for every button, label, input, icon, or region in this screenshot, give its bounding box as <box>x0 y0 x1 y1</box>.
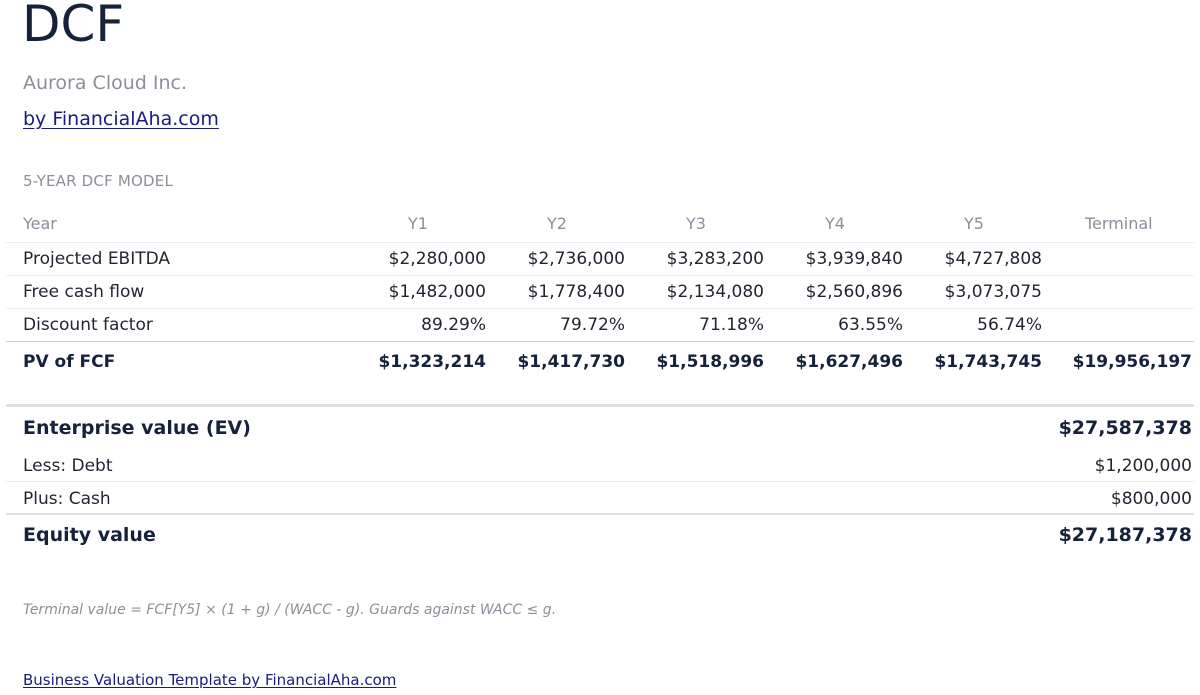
row-projected-ebitda: Projected EBITDA $2,280,000 $2,736,000 $… <box>6 243 1194 276</box>
dcf-projection-table: Year Y1 Y2 Y3 Y4 Y5 Terminal Projected E… <box>6 205 1194 384</box>
row-equity-value: Equity value $27,187,378 <box>6 515 1194 557</box>
cell-y4: $1,627,496 <box>795 352 903 372</box>
cell-y5: $4,727,808 <box>944 249 1042 269</box>
cell-terminal: $19,956,197 <box>1072 352 1192 372</box>
equity-value: $27,187,378 <box>1058 524 1192 546</box>
cell-y3: $3,283,200 <box>666 249 764 269</box>
row-label: Less: Debt <box>23 456 113 476</box>
row-label: PV of FCF <box>23 352 116 372</box>
cell-y1: $1,323,214 <box>378 352 486 372</box>
row-label: Projected EBITDA <box>23 249 171 269</box>
section-label: 5-YEAR DCF MODEL <box>23 172 174 190</box>
column-header-y1: Y1 <box>408 214 428 233</box>
cell-y3: $1,518,996 <box>656 352 764 372</box>
cell-y2: $1,417,730 <box>517 352 625 372</box>
terminal-value-note: Terminal value = FCF[Y5] × (1 + g) / (WA… <box>23 602 557 618</box>
row-pv-of-fcf: PV of FCF $1,323,214 $1,417,730 $1,518,9… <box>6 342 1194 384</box>
cell-y3: 71.18% <box>699 315 764 335</box>
enterprise-value: $27,587,378 <box>1058 417 1192 439</box>
cell-y3: $2,134,080 <box>666 282 764 302</box>
cell-y2: 79.72% <box>560 315 625 335</box>
cell-y4: $3,939,840 <box>805 249 903 269</box>
cell-y5: 56.74% <box>977 315 1042 335</box>
dcf-page: DCF Aurora Cloud Inc. by FinancialAha.co… <box>0 0 1200 695</box>
cell-y4: $2,560,896 <box>805 282 903 302</box>
cell-y5: $1,743,745 <box>934 352 1042 372</box>
page-title: DCF <box>22 0 125 53</box>
row-label: Plus: Cash <box>23 489 111 509</box>
row-plus-cash: Plus: Cash $800,000 <box>6 482 1194 515</box>
cell-y5: $3,073,075 <box>944 282 1042 302</box>
cell-y1: $2,280,000 <box>388 249 486 269</box>
column-header-y5: Y5 <box>964 214 984 233</box>
cell-y1: $1,482,000 <box>388 282 486 302</box>
company-name: Aurora Cloud Inc. <box>23 72 187 94</box>
footer-link[interactable]: Business Valuation Template by Financial… <box>23 671 396 689</box>
row-less-debt: Less: Debt $1,200,000 <box>6 449 1194 482</box>
cash-value: $800,000 <box>1110 489 1192 509</box>
row-label: Discount factor <box>23 315 153 335</box>
row-label: Enterprise value (EV) <box>23 417 251 439</box>
column-header-terminal: Terminal <box>1085 214 1153 233</box>
valuation-summary: Enterprise value (EV) $27,587,378 Less: … <box>6 404 1194 557</box>
row-discount-factor: Discount factor 89.29% 79.72% 71.18% 63.… <box>6 309 1194 342</box>
row-label: Free cash flow <box>23 282 145 302</box>
column-header-y3: Y3 <box>686 214 706 233</box>
column-header-year: Year <box>23 214 57 233</box>
row-free-cash-flow: Free cash flow $1,482,000 $1,778,400 $2,… <box>6 276 1194 309</box>
cell-y2: $1,778,400 <box>527 282 625 302</box>
cell-y4: 63.55% <box>838 315 903 335</box>
column-header-y2: Y2 <box>547 214 567 233</box>
cell-y1: 89.29% <box>421 315 486 335</box>
brand-link[interactable]: by FinancialAha.com <box>23 107 219 131</box>
cell-y2: $2,736,000 <box>527 249 625 269</box>
row-label: Equity value <box>23 524 156 546</box>
row-enterprise-value: Enterprise value (EV) $27,587,378 <box>6 407 1194 449</box>
table-header-row: Year Y1 Y2 Y3 Y4 Y5 Terminal <box>6 205 1194 243</box>
debt-value: $1,200,000 <box>1094 456 1192 476</box>
column-header-y4: Y4 <box>825 214 845 233</box>
